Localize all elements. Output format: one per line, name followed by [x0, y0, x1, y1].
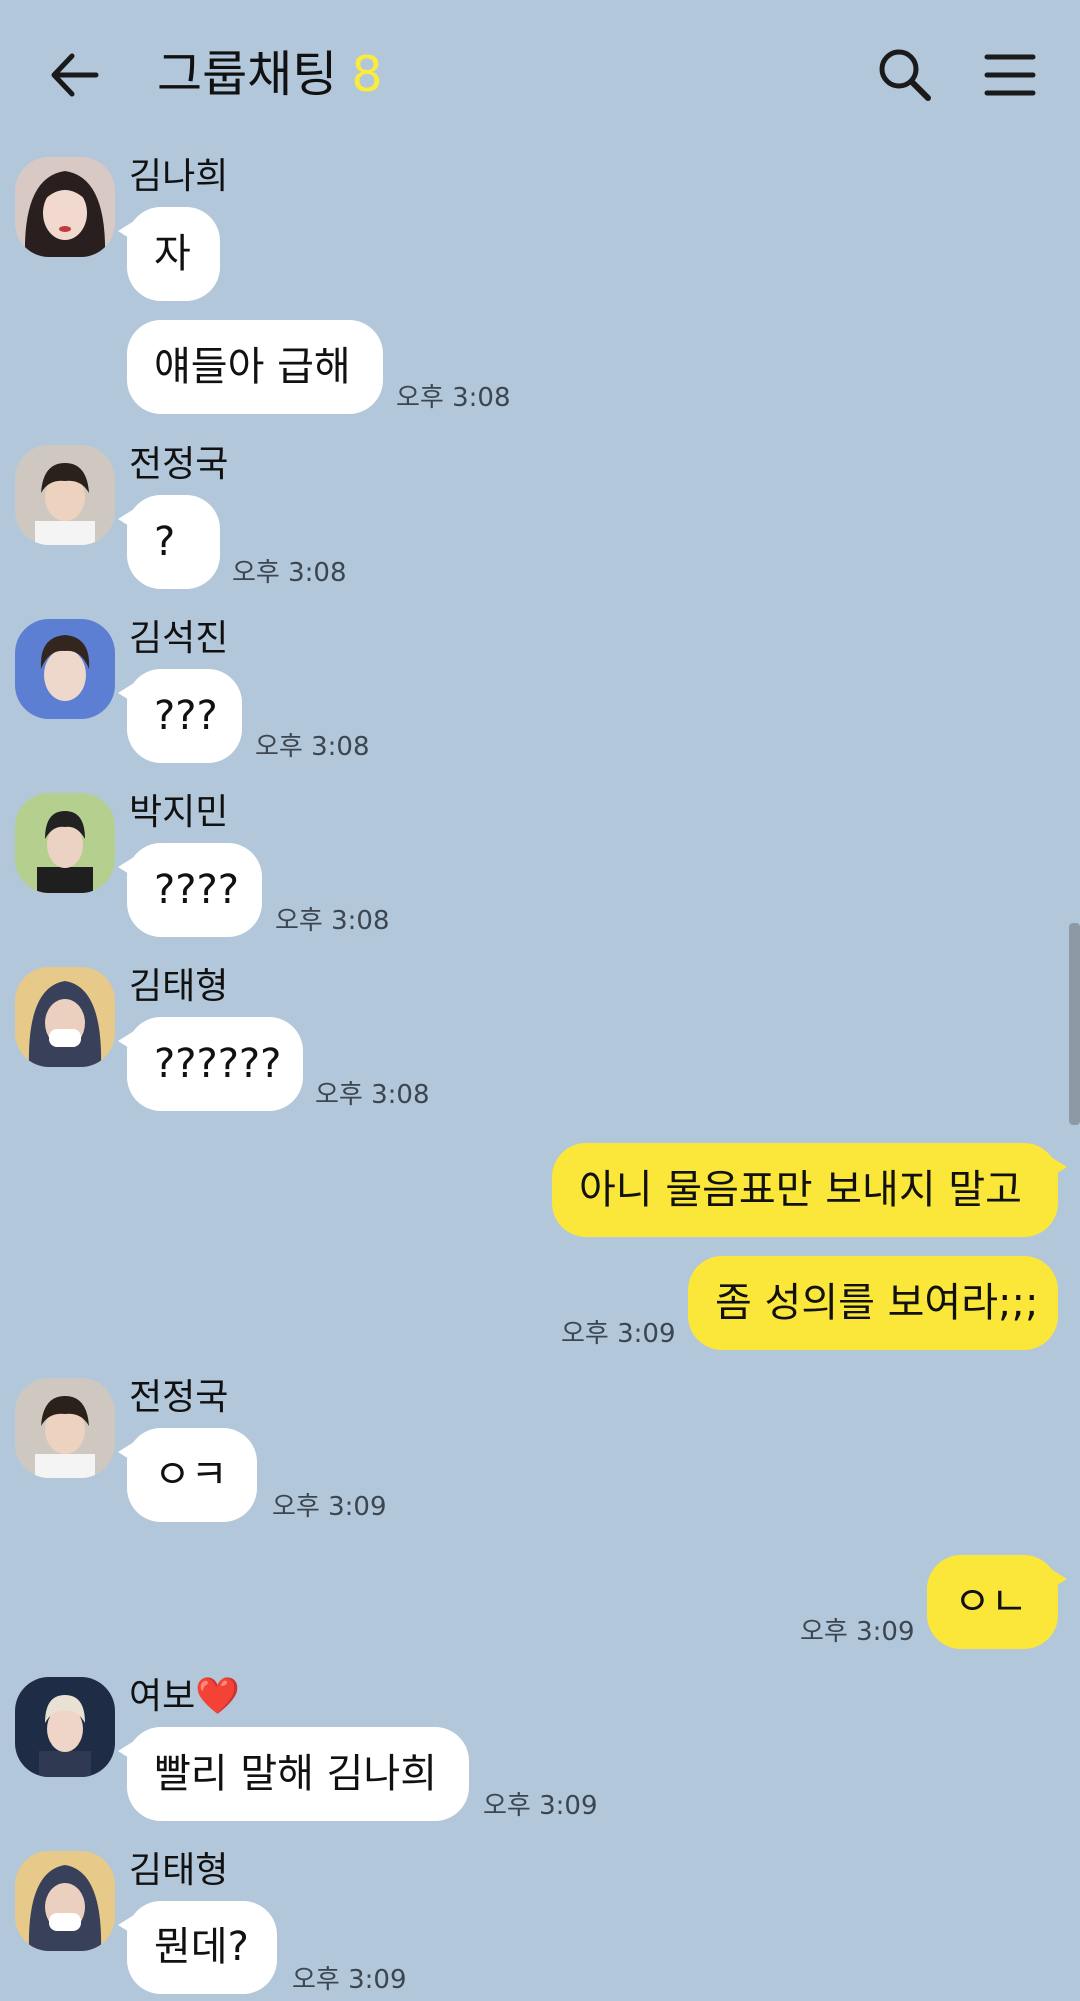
back-button[interactable]	[40, 40, 110, 110]
avatar-yeobo[interactable]	[15, 1677, 115, 1777]
hamburger-menu-icon	[984, 54, 1036, 96]
my-message-bubble[interactable]: 아니 물음표만 보내지 말고	[552, 1143, 1067, 1237]
my-message-bubble[interactable]: 좀 성의를 보여라;;;	[688, 1256, 1058, 1350]
chat-title: 그룹채팅 8	[157, 42, 383, 108]
timestamp: 오후 3:08	[396, 383, 511, 413]
search-icon	[879, 49, 931, 101]
message-bubble[interactable]: 자	[118, 207, 220, 301]
message-bubble[interactable]: ??????	[118, 1017, 303, 1111]
timestamp: 오후 3:09	[292, 1965, 407, 1995]
message-bubble[interactable]: ?	[118, 495, 220, 589]
sender-name: 김나희	[129, 156, 229, 197]
chat-header: 그룹채팅 8	[0, 0, 1080, 150]
sender-name: 김태형	[129, 1850, 229, 1891]
timestamp: 오후 3:08	[275, 906, 390, 936]
room-name: 그룹채팅	[157, 46, 338, 103]
timestamp: 오후 3:09	[483, 1791, 598, 1821]
sender-name: 박지민	[129, 792, 229, 833]
profile-photo-icon	[15, 1851, 115, 1951]
message-bubble[interactable]: 뭔데?	[118, 1901, 277, 1994]
member-count: 8	[351, 46, 383, 103]
sender-name: 김석진	[129, 618, 229, 659]
profile-photo-icon	[15, 445, 115, 545]
sender-name: 전정국	[129, 444, 229, 485]
avatar-jeon-jungkook[interactable]	[15, 445, 115, 545]
message-bubble[interactable]: ???	[118, 669, 242, 763]
profile-photo-icon	[15, 619, 115, 719]
sender-name: 여보❤️	[129, 1676, 241, 1717]
avatar-kim-nahee[interactable]	[15, 157, 115, 257]
message-bubble[interactable]: ????	[118, 843, 262, 937]
timestamp: 오후 3:08	[232, 558, 347, 588]
scrollbar[interactable]	[1069, 923, 1080, 1125]
avatar-kim-seokjin[interactable]	[15, 619, 115, 719]
message-bubble[interactable]: ㅇㅋ	[118, 1428, 257, 1522]
avatar-jeon-jungkook[interactable]	[15, 1378, 115, 1478]
sender-name: 김태형	[129, 966, 229, 1007]
avatar-kim-taehyung[interactable]	[15, 967, 115, 1067]
message-bubble[interactable]: 얘들아 급해	[127, 320, 383, 414]
sender-name: 전정국	[129, 1377, 229, 1418]
timestamp: 오후 3:08	[255, 732, 370, 762]
profile-photo-icon	[15, 1677, 115, 1777]
my-message-bubble[interactable]: ㅇㄴ	[927, 1555, 1067, 1649]
timestamp: 오후 3:09	[561, 1319, 676, 1349]
arrow-left-icon	[51, 53, 99, 97]
profile-photo-icon	[15, 967, 115, 1067]
search-button[interactable]	[870, 40, 940, 110]
menu-button[interactable]	[975, 40, 1045, 110]
timestamp: 오후 3:09	[800, 1617, 915, 1647]
avatar-kim-taehyung[interactable]	[15, 1851, 115, 1951]
profile-photo-icon	[15, 1378, 115, 1478]
profile-photo-icon	[15, 157, 115, 257]
timestamp: 오후 3:09	[272, 1492, 387, 1522]
message-bubble[interactable]: 빨리 말해 김나희	[118, 1727, 469, 1821]
avatar-park-jimin[interactable]	[15, 793, 115, 893]
profile-photo-icon	[15, 793, 115, 893]
timestamp: 오후 3:08	[315, 1080, 430, 1110]
